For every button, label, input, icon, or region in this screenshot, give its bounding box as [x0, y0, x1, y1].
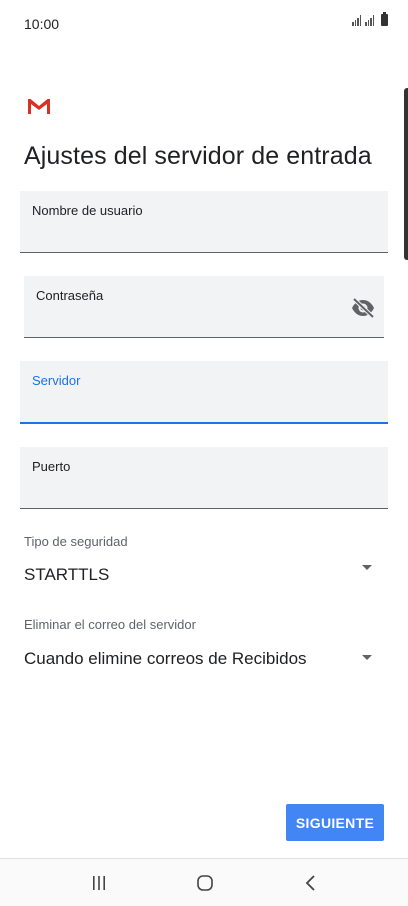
port-input[interactable]: [32, 485, 327, 502]
delete-mail-value: Cuando elimine correos de Recibidos: [24, 649, 307, 668]
battery-icon: [381, 12, 388, 26]
back-icon: [305, 875, 315, 891]
gmail-logo-icon: [28, 99, 50, 114]
signal-icon: [352, 14, 361, 26]
status-time: 10:00: [24, 16, 60, 32]
password-label: Contraseña: [36, 288, 104, 303]
port-label: Puerto: [32, 459, 71, 474]
chevron-down-icon: [362, 565, 372, 570]
page-title: Ajustes del servidor de entrada: [24, 142, 372, 170]
security-type-label: Tipo de seguridad: [24, 534, 128, 549]
server-label: Servidor: [32, 373, 81, 388]
password-field[interactable]: Contraseña: [24, 276, 384, 338]
back-button[interactable]: [296, 871, 326, 895]
username-field[interactable]: Nombre de usuario: [20, 191, 388, 253]
delete-mail-dropdown[interactable]: Eliminar el correo del servidor Cuando e…: [0, 612, 408, 674]
navigation-bar: [0, 858, 408, 906]
screen: 10:00 Ajustes del servidor de entrada No…: [0, 0, 408, 906]
scroll-handle[interactable]: [404, 88, 408, 260]
status-icons: [352, 12, 388, 26]
password-input[interactable]: [36, 314, 306, 331]
username-label: Nombre de usuario: [32, 203, 143, 218]
recent-apps-button[interactable]: [84, 871, 114, 895]
username-input[interactable]: [32, 229, 327, 246]
chevron-down-icon: [362, 655, 372, 660]
recent-apps-icon: [93, 876, 105, 890]
home-icon: [197, 875, 213, 891]
signal-icon: [365, 14, 374, 26]
delete-mail-label: Eliminar el correo del servidor: [24, 617, 196, 632]
port-field[interactable]: Puerto: [20, 447, 388, 509]
security-type-value: STARTTLS: [24, 565, 110, 584]
next-button[interactable]: SIGUIENTE: [286, 804, 384, 841]
visibility-off-icon[interactable]: [350, 296, 376, 320]
server-field[interactable]: Servidor: [20, 361, 388, 424]
security-type-dropdown[interactable]: Tipo de seguridad STARTTLS: [0, 528, 408, 590]
home-button[interactable]: [190, 871, 220, 895]
server-input[interactable]: [32, 399, 327, 416]
